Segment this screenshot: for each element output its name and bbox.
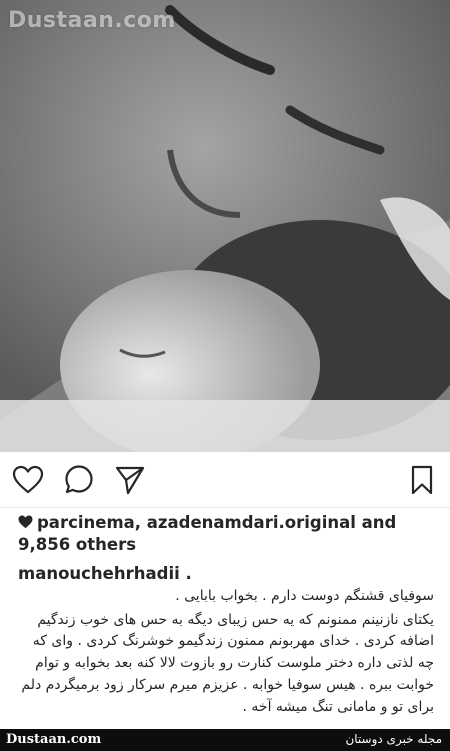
photo-placeholder-graphic [0,0,450,452]
caption-line: برای تو و مامانی تنگ میشه آخه . [242,699,434,715]
comment-icon[interactable] [63,464,95,496]
post-photo[interactable]: Dustaan.com [0,0,450,452]
photo-watermark: Dustaan.com [8,8,176,33]
site-footer-banner: Dustaan.com مجله خبری دوستان [0,729,450,751]
caption-line: اضافه کردی . خدای مهربونم ممنون زندگیمو … [32,633,434,649]
caption-line: خوابت ببره . هیس سوفیا خوابه . عزیزم میر… [21,677,434,693]
caption-line: سوفیای قشنگم دوست دارم . بخواب بابایی . [175,588,434,604]
likes-heart-icon [18,515,33,529]
footer-site-name: مجله خبری دوستان [345,732,442,746]
heart-icon[interactable] [12,464,44,496]
likes-summary[interactable]: parcinema, azadenamdari.original and 9,8… [18,512,438,556]
bookmark-icon[interactable] [406,464,438,496]
post-action-bar [0,452,450,508]
footer-site-url[interactable]: Dustaan.com [6,732,101,747]
instagram-post: Dustaan.com parcinema, azadenamdari.orig… [0,0,450,751]
send-icon[interactable] [114,464,146,496]
caption-line: چه لذتی داره دختر ملوست کنارت رو بازوت ل… [35,655,434,671]
caption-line: یکتای نازنینم ممنونم که یه حس زیبای دیگه… [37,612,434,628]
likes-text: parcinema, azadenamdari.original and 9,8… [18,513,397,554]
post-username[interactable]: manouchehrhadii . [18,564,192,583]
